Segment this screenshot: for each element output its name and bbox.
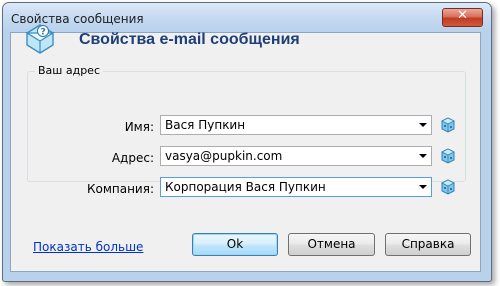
svg-text:?: ? [41, 28, 46, 38]
name-combo[interactable]: Вася Пупкин [160, 115, 432, 135]
message-properties-icon: ? [24, 24, 56, 54]
dialog-heading: Свойства e-mail сообщения [79, 31, 300, 48]
address-group-label: Ваш адрес [35, 64, 103, 77]
help-button[interactable]: Справка [385, 233, 471, 256]
company-value: Корпорация Вася Пупкин [165, 180, 326, 194]
email-address-book-icon[interactable] [440, 148, 456, 164]
show-more-link[interactable]: Показать больше [33, 240, 143, 254]
close-icon: ✕ [457, 8, 468, 23]
name-address-book-icon[interactable] [440, 117, 456, 133]
cancel-button[interactable]: Отмена [288, 233, 375, 256]
chevron-down-icon[interactable] [419, 154, 427, 158]
email-combo[interactable]: vasya@pupkin.com [160, 146, 432, 166]
email-value: vasya@pupkin.com [165, 149, 283, 163]
title-bar[interactable]: Свойства сообщения ✕ [3, 3, 491, 33]
address-label: Адрес: [111, 151, 154, 165]
company-combo[interactable]: Корпорация Вася Пупкин [160, 177, 432, 197]
name-value: Вася Пупкин [165, 118, 246, 132]
company-address-book-icon[interactable] [440, 179, 456, 195]
name-label: Имя: [124, 120, 154, 134]
company-label: Компания: [86, 182, 154, 196]
chevron-down-icon[interactable] [419, 185, 427, 189]
chevron-down-icon[interactable] [419, 123, 427, 127]
close-button[interactable]: ✕ [442, 8, 483, 27]
ok-button[interactable]: Ok [192, 233, 278, 256]
